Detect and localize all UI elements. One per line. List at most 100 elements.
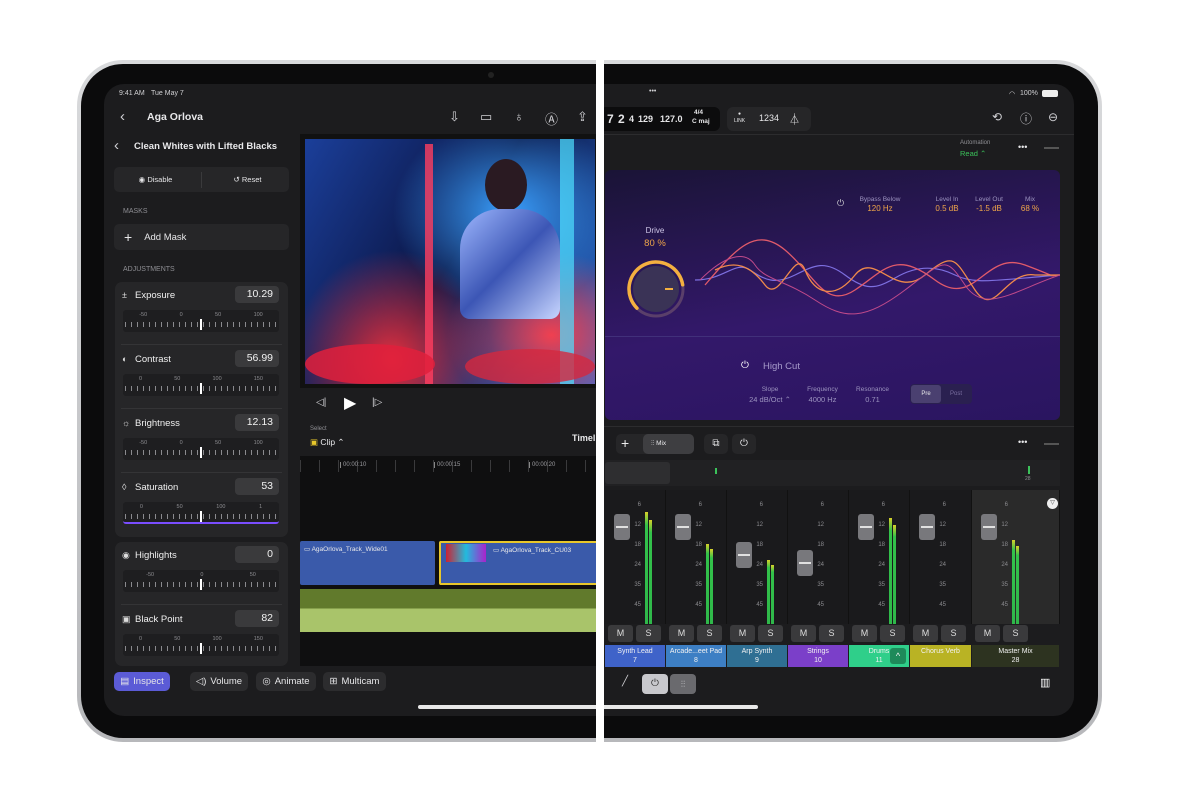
channel-name-tag[interactable]: Master Mix 28: [972, 645, 1059, 667]
add-mask-button[interactable]: + Add Mask: [114, 224, 289, 250]
slope-dropdown[interactable]: 24 dB/Oct ⌃: [740, 395, 800, 404]
volume-fader[interactable]: [675, 514, 691, 540]
drive-knob[interactable]: [625, 258, 687, 320]
next-frame-icon[interactable]: |▷: [372, 397, 382, 408]
channel-name-tag[interactable]: Arcade...eet Pad 8: [666, 645, 726, 667]
bypass-value[interactable]: 120 Hz: [855, 204, 905, 213]
previous-frame-icon[interactable]: ◁|: [316, 397, 326, 408]
select-mode-dropdown[interactable]: ▣ Clip ⌃: [310, 437, 345, 448]
mixer-view-button[interactable]: ⫶⫶: [670, 674, 696, 694]
more-icon[interactable]: ⊖: [1048, 110, 1058, 124]
plugin-view-button[interactable]: ⏻: [642, 674, 668, 694]
mute-button[interactable]: M: [669, 625, 694, 642]
channel-name-tag[interactable]: Chorus Verb: [910, 645, 971, 667]
adjustment-value-field[interactable]: 53: [235, 478, 279, 495]
adjustment-slider[interactable]: 0 50 100 150: [123, 374, 279, 396]
clip-wide01[interactable]: ▭ AgaOrlova_Track_Wide01: [300, 541, 435, 585]
lcd-display[interactable]: 7 2 4 129 127.0 4/4 C maj: [600, 107, 720, 131]
volume-fader[interactable]: [919, 514, 935, 540]
animate-button[interactable]: ◎ Animate: [256, 672, 316, 691]
adjustment-value-field[interactable]: 10.29: [235, 286, 279, 303]
slider-handle[interactable]: [200, 319, 202, 330]
slider-handle[interactable]: [200, 579, 202, 590]
adjustment-slider[interactable]: -50 0 50: [123, 570, 279, 592]
copy-icon[interactable]: ⧉: [704, 434, 728, 454]
link-button[interactable]: ● LINK: [734, 111, 745, 125]
mix-button[interactable]: ⫶⫶ Mix: [643, 434, 694, 454]
camera-icon[interactable]: ▭: [480, 109, 492, 125]
filter-icon[interactable]: ▽: [1047, 498, 1058, 509]
volume-fader[interactable]: [858, 514, 874, 540]
volume-button[interactable]: ◁) Volume: [190, 672, 248, 691]
slider-handle[interactable]: [200, 383, 202, 394]
clip-cu03[interactable]: ▭ AgaOrlova_Track_CU03: [439, 541, 600, 585]
channel-name-tag[interactable]: Drums 11 ^: [849, 645, 909, 667]
volume-fader[interactable]: [981, 514, 997, 540]
mute-button[interactable]: M: [852, 625, 877, 642]
overview-viewport[interactable]: [605, 462, 670, 484]
resonance-value[interactable]: 0.71: [850, 395, 895, 404]
mute-button[interactable]: M: [913, 625, 938, 642]
volume-fader[interactable]: [614, 514, 630, 540]
piano-keyboard-icon[interactable]: ▥: [1040, 676, 1050, 689]
add-track-icon[interactable]: +: [621, 435, 629, 451]
adjustment-value-field[interactable]: 56.99: [235, 350, 279, 367]
solo-button[interactable]: S: [880, 625, 905, 642]
solo-button[interactable]: S: [758, 625, 783, 642]
automation-mode-dropdown[interactable]: Read ⌃: [960, 149, 986, 158]
mix-value[interactable]: 68 %: [1015, 204, 1045, 213]
disable-button[interactable]: ◉ Disable: [114, 175, 197, 184]
solo-button[interactable]: S: [941, 625, 966, 642]
mixer-overview[interactable]: 28: [605, 460, 1060, 486]
metronome-icon[interactable]: ⏃: [789, 111, 800, 127]
bypass-power-icon[interactable]: ⏻: [837, 198, 844, 209]
volume-fader[interactable]: [736, 542, 752, 568]
adjustment-value-field[interactable]: 82: [235, 610, 279, 627]
adjustment-slider[interactable]: 0 50 100 1: [123, 502, 279, 524]
solo-button[interactable]: S: [697, 625, 722, 642]
channel-name-tag[interactable]: Synth Lead 7: [605, 645, 665, 667]
solo-button[interactable]: S: [819, 625, 844, 642]
import-icon[interactable]: ⇩: [449, 109, 460, 125]
power-icon[interactable]: ⏻: [732, 434, 756, 454]
plugin-more-icon[interactable]: •••: [1018, 142, 1027, 152]
mixer-more-icon[interactable]: •••: [1018, 437, 1027, 447]
play-icon[interactable]: ▶: [344, 393, 356, 413]
channel-name-tag[interactable]: Strings 10: [788, 645, 848, 667]
mute-button[interactable]: M: [608, 625, 633, 642]
help-icon[interactable]: ⓘ: [1020, 110, 1032, 127]
undo-icon[interactable]: ⟲: [992, 110, 1002, 124]
resize-handle[interactable]: [1044, 443, 1059, 445]
pencil-icon[interactable]: ╱: [622, 676, 628, 687]
share-icon[interactable]: ⇪: [577, 109, 588, 125]
post-button[interactable]: Post: [941, 385, 971, 403]
level-in-value[interactable]: 0.5 dB: [927, 204, 967, 213]
level-out-value[interactable]: -1.5 dB: [969, 204, 1009, 213]
resize-handle[interactable]: [1044, 147, 1059, 149]
mute-button[interactable]: M: [791, 625, 816, 642]
solo-button[interactable]: S: [636, 625, 661, 642]
count-in-button[interactable]: 1234: [759, 113, 779, 123]
high-cut-power-icon[interactable]: ⏻: [741, 360, 749, 371]
multitask-dots[interactable]: •••: [649, 88, 656, 95]
adjustment-slider[interactable]: -50 0 50 100: [123, 310, 279, 332]
microphone-icon[interactable]: ♁: [514, 109, 524, 124]
slider-handle[interactable]: [200, 511, 202, 522]
timeline-ruler[interactable]: 00:00:10 00:00:15 00:00:20: [300, 460, 600, 472]
channel-name-tag[interactable]: Arp Synth 9: [727, 645, 787, 667]
pre-button[interactable]: Pre: [911, 385, 941, 403]
video-frame[interactable]: [305, 139, 595, 384]
slider-handle[interactable]: [200, 447, 202, 458]
inspect-button[interactable]: ▤ Inspect: [114, 672, 170, 691]
volume-fader[interactable]: [797, 550, 813, 576]
adjustment-slider[interactable]: 0 50 100 150: [123, 634, 279, 656]
back-chevron-icon[interactable]: ‹: [120, 108, 125, 125]
navigator-icon[interactable]: Ⓐ: [545, 109, 558, 128]
mute-button[interactable]: M: [730, 625, 755, 642]
adjustment-value-field[interactable]: 12.13: [235, 414, 279, 431]
adjustment-slider[interactable]: -50 0 50 100: [123, 438, 279, 460]
chevron-up-icon[interactable]: ^: [890, 648, 906, 664]
frequency-value[interactable]: 4000 Hz: [800, 395, 845, 404]
solo-button[interactable]: S: [1003, 625, 1028, 642]
slider-handle[interactable]: [200, 643, 202, 654]
